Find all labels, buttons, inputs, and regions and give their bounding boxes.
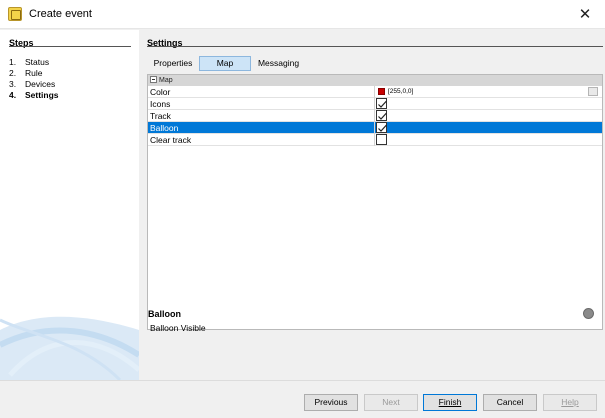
color-picker-button[interactable] xyxy=(588,87,598,96)
info-icon xyxy=(583,308,594,319)
tab-map[interactable]: Map xyxy=(199,56,251,71)
step-label: Status xyxy=(25,57,50,67)
property-row-clear-track[interactable]: Clear track xyxy=(148,134,602,146)
close-icon[interactable]: ✕ xyxy=(565,0,605,28)
balloon-checkbox[interactable] xyxy=(376,122,387,133)
checkmark-icon xyxy=(378,112,387,120)
tab-messaging[interactable]: Messaging xyxy=(251,56,306,71)
steps-panel: Steps 1. Status 2. Rule 3. Devices 4. Settin… xyxy=(0,30,139,380)
column-divider xyxy=(374,86,375,98)
tab-properties[interactable]: Properties xyxy=(147,56,199,71)
step-label: Devices xyxy=(25,79,56,89)
step-label: Rule xyxy=(25,68,43,78)
step-number: 1. xyxy=(9,57,17,67)
help-button[interactable]: Help xyxy=(543,394,597,411)
description-title: Balloon xyxy=(148,309,181,319)
finish-button[interactable]: Finish xyxy=(423,394,477,411)
help-label: Help xyxy=(561,397,579,407)
property-grid: Map Color [255,0,0] Icons Track Balloon … xyxy=(147,74,603,330)
step-number: 3. xyxy=(9,79,17,89)
previous-button[interactable]: Previous xyxy=(304,394,358,411)
property-row-track[interactable]: Track xyxy=(148,110,602,122)
checkmark-icon xyxy=(378,124,387,132)
column-divider xyxy=(374,110,375,122)
step-status: 1. Status xyxy=(9,57,49,67)
column-divider xyxy=(374,98,375,110)
property-name: Icons xyxy=(150,99,171,109)
property-group-label: Map xyxy=(159,77,173,84)
property-name: Track xyxy=(150,111,171,121)
step-number: 2. xyxy=(9,68,17,78)
step-rule: 2. Rule xyxy=(9,68,42,78)
steps-divider xyxy=(9,46,131,47)
property-name: Color xyxy=(150,87,171,97)
property-group-map[interactable]: Map xyxy=(148,75,602,86)
column-divider xyxy=(374,122,375,134)
cancel-label: Cancel xyxy=(496,397,524,407)
settings-divider xyxy=(147,46,603,47)
description-text: Balloon Visible xyxy=(150,323,206,333)
cancel-button[interactable]: Cancel xyxy=(483,394,537,411)
next-button[interactable]: Next xyxy=(364,394,418,411)
column-divider xyxy=(374,134,375,146)
step-label: Settings xyxy=(25,90,59,100)
step-settings: 4. Settings xyxy=(9,90,59,100)
settings-tabs: Properties Map Messaging xyxy=(147,56,306,71)
clear-track-checkbox[interactable] xyxy=(376,134,387,145)
color-swatch-icon xyxy=(378,88,385,95)
property-row-balloon[interactable]: Balloon xyxy=(148,122,602,134)
step-devices: 3. Devices xyxy=(9,79,55,89)
footer-bar: Previous Next Finish Cancel Help xyxy=(0,380,605,418)
property-name: Balloon xyxy=(150,123,179,133)
settings-panel: Settings Properties Map Messaging Map Co… xyxy=(139,30,605,380)
track-checkbox[interactable] xyxy=(376,110,387,121)
collapse-icon[interactable] xyxy=(150,76,157,83)
next-label: Next xyxy=(382,397,400,407)
finish-label: Finish xyxy=(438,397,462,407)
title-bar: Create event ✕ xyxy=(0,0,605,29)
property-row-color[interactable]: Color [255,0,0] xyxy=(148,86,602,98)
property-name: Clear track xyxy=(150,135,192,145)
step-number: 4. xyxy=(9,90,17,100)
icons-checkbox[interactable] xyxy=(376,98,387,109)
previous-label: Previous xyxy=(314,397,348,407)
app-icon xyxy=(8,7,22,21)
checkmark-icon xyxy=(378,100,387,108)
property-row-icons[interactable]: Icons xyxy=(148,98,602,110)
window-title: Create event xyxy=(29,8,92,20)
color-value: [255,0,0] xyxy=(388,88,414,95)
